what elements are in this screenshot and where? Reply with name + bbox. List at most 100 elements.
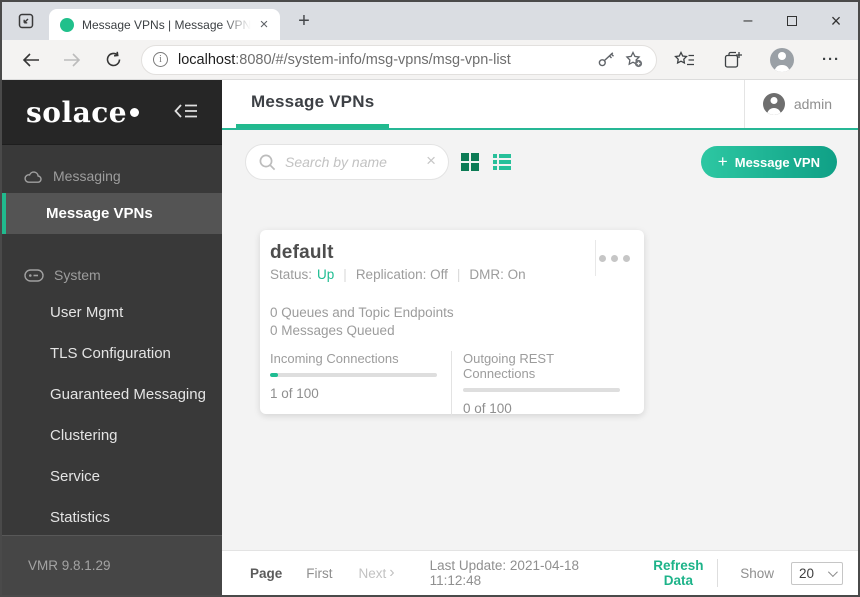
new-tab-button[interactable]: + (290, 7, 318, 35)
profile-button[interactable] (769, 47, 795, 73)
list-view-icon (493, 154, 513, 170)
ellipsis-icon (599, 254, 606, 262)
sidebar-item-label: User Mgmt (50, 304, 124, 321)
actions-row: × + Message VPN (222, 130, 858, 180)
card-menu-button[interactable] (595, 240, 644, 276)
content-area: × + Message VPN (222, 130, 858, 550)
maximize-icon (787, 16, 797, 26)
tab-actions-button[interactable] (11, 8, 41, 34)
browser-menu-button[interactable]: ··· (818, 47, 844, 73)
sidebar-item-label: Service (50, 468, 101, 485)
user-menu[interactable]: admin (743, 80, 858, 128)
browser-window: Message VPNs | Message VPNs | × + – × i … (0, 0, 860, 597)
solace-logo-dot (130, 107, 140, 117)
metric-incoming-connections: Incoming Connections 1 of 100 (270, 351, 451, 416)
status-value: Up (317, 267, 335, 282)
list-view-button[interactable] (493, 152, 513, 172)
browser-tabstrip: Message VPNs | Message VPNs | × + – × (2, 2, 858, 40)
url-path: :8080/#/system-info/msg-vpns/msg-vpn-lis… (235, 51, 511, 68)
collapse-menu-icon (174, 103, 197, 118)
ellipsis-icon: ··· (822, 51, 840, 68)
tab-title: Message VPNs | Message VPNs | (82, 17, 254, 32)
progress-track (463, 388, 620, 392)
search-input[interactable] (285, 154, 427, 170)
messages-queued-line: 0 Messages Queued (270, 323, 395, 338)
profile-avatar-icon (770, 47, 794, 72)
queues-endpoints-line: 0 Queues and Topic Endpoints (270, 305, 454, 320)
close-button[interactable]: × (814, 2, 858, 40)
site-info-icon[interactable]: i (153, 52, 168, 67)
status-label: Status: (270, 267, 313, 282)
refresh-button[interactable] (98, 45, 128, 75)
grid-view-icon (461, 153, 481, 171)
tab-actions-icon (18, 13, 34, 29)
appliance-icon (24, 268, 44, 282)
tab-close-button[interactable]: × (254, 15, 274, 35)
page-size-select[interactable]: 20 (791, 561, 843, 585)
page-title: Message VPNs (236, 80, 390, 128)
vpn-metrics: Incoming Connections 1 of 100 Outgoing R… (270, 351, 634, 416)
browser-toolbar: i localhost:8080/#/system-info/msg-vpns/… (2, 40, 858, 80)
sidebar-item-user-mgmt[interactable]: User Mgmt (2, 292, 222, 333)
sidebar-item-statistics[interactable]: Statistics (2, 497, 222, 535)
vpn-card-default[interactable]: default Status: Up | Replication: Off | … (260, 230, 644, 416)
collections-icon (724, 51, 742, 68)
favorites-button[interactable] (671, 47, 697, 73)
sidebar-section-label: System (54, 267, 101, 283)
metric-label: Outgoing REST Connections (463, 351, 554, 381)
sidebar-section-label: Messaging (53, 168, 121, 184)
window-controls: – × (726, 2, 858, 40)
refresh-data-button[interactable]: Refresh Data (640, 558, 718, 588)
show-label: Show (740, 565, 774, 581)
sidebar-item-label: Statistics (50, 509, 111, 526)
back-button[interactable] (16, 45, 46, 75)
next-label: Next (358, 565, 387, 581)
maximize-button[interactable] (770, 2, 814, 40)
password-key-button[interactable] (594, 48, 618, 72)
first-page-button[interactable]: First (306, 566, 332, 581)
url-text[interactable]: localhost:8080/#/system-info/msg-vpns/ms… (178, 52, 590, 68)
back-icon (22, 52, 39, 67)
sidebar-item-message-vpns[interactable]: Message VPNs (2, 193, 222, 234)
plus-icon: + (717, 152, 728, 171)
minimize-button[interactable]: – (726, 2, 770, 40)
browser-tab-active[interactable]: Message VPNs | Message VPNs | × (49, 9, 280, 40)
page-label: Page (250, 565, 283, 581)
sidebar-item-label: Clustering (50, 427, 118, 444)
chevron-right-icon: › (389, 564, 395, 581)
grid-view-button[interactable] (461, 152, 481, 172)
solace-app: solace Messaging Message VPNs System Use… (2, 80, 858, 595)
sidebar-nav: Messaging Message VPNs System User Mgmt … (2, 145, 222, 535)
solace-favicon (60, 17, 74, 32)
sidebar-item-label: TLS Configuration (50, 345, 171, 362)
search-clear-button[interactable]: × (426, 151, 436, 173)
sidebar: solace Messaging Message VPNs System Use… (2, 80, 222, 595)
progress-track (270, 373, 437, 377)
sidebar-item-clustering[interactable]: Clustering (2, 415, 222, 456)
star-add-icon (625, 51, 643, 68)
search-box: × (245, 144, 449, 180)
sidebar-section-messaging: Messaging (2, 159, 222, 193)
refresh-icon (106, 51, 120, 67)
page-header: Message VPNs admin (222, 80, 858, 128)
sidebar-item-service[interactable]: Service (2, 456, 222, 497)
create-message-vpn-button[interactable]: + Message VPN (700, 146, 837, 178)
collections-button[interactable] (720, 47, 746, 73)
favorites-star-icon (673, 50, 694, 65)
next-page-button[interactable]: Next › (359, 565, 395, 581)
sidebar-item-label: Guaranteed Messaging (50, 386, 206, 403)
sidebar-item-tls-configuration[interactable]: TLS Configuration (2, 333, 222, 374)
add-favorite-button[interactable] (622, 48, 646, 72)
sidebar-collapse-button[interactable] (170, 99, 202, 126)
page-size-value: 20 (799, 565, 815, 581)
last-update-text: Last Update: 2021-04-18 11:12:48 (429, 558, 579, 588)
metric-label: Incoming Connections (270, 351, 399, 366)
sidebar-logo-row: solace (2, 80, 222, 145)
sidebar-section-system: System (2, 258, 222, 292)
forward-button[interactable] (57, 45, 87, 75)
address-bar[interactable]: i localhost:8080/#/system-info/msg-vpns/… (141, 44, 657, 75)
forward-icon (64, 52, 81, 67)
cloud-icon (24, 170, 42, 183)
sidebar-item-guaranteed-messaging[interactable]: Guaranteed Messaging (2, 374, 222, 415)
vpn-name: default (270, 242, 334, 263)
